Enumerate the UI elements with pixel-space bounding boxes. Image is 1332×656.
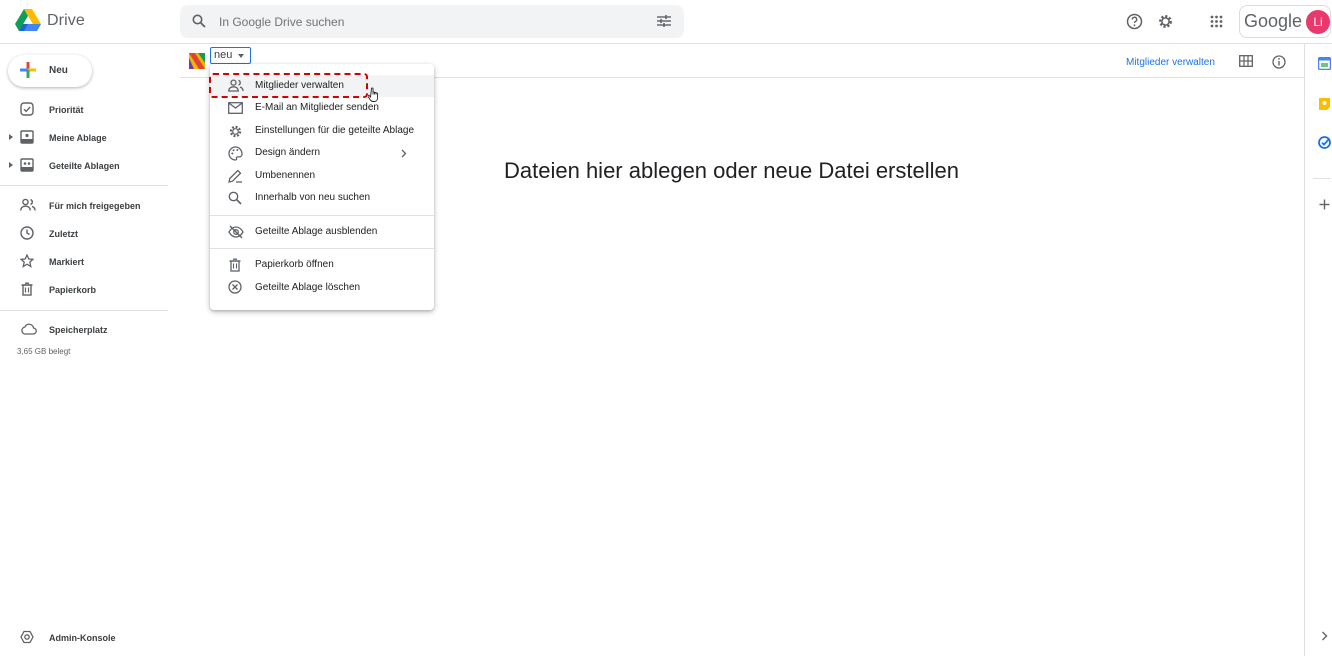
hand-cursor-icon [368, 87, 378, 102]
menu-item-delete-shared-drive[interactable]: Geteilte Ablage löschen [255, 282, 360, 293]
clock-icon [20, 226, 34, 240]
highlight-annotation [209, 73, 368, 98]
menu-item-email-members[interactable]: E-Mail an Mitglieder senden [255, 102, 379, 113]
calendar-icon[interactable] [1318, 57, 1331, 70]
delete-circle-icon [228, 280, 242, 294]
sidebar-item-priority[interactable]: Priorität [49, 105, 84, 115]
sidebar-divider [0, 185, 168, 186]
chevron-down-icon [238, 54, 244, 58]
context-menu [210, 64, 434, 310]
search-icon[interactable] [192, 14, 206, 28]
menu-item-shared-drive-settings[interactable]: Einstellungen für die geteilte Ablage [255, 125, 414, 136]
shared-drive-theme-icon [189, 53, 205, 69]
sidebar-item-storage[interactable]: Speicherplatz [49, 325, 108, 335]
new-button-label: Neu [49, 65, 68, 76]
shared-drives-icon [20, 158, 34, 172]
info-icon[interactable] [1272, 55, 1286, 69]
breadcrumb-label: neu [214, 49, 233, 61]
help-icon[interactable] [1126, 13, 1143, 30]
sidebar-divider [0, 310, 168, 311]
sidebar-item-shared-with-me[interactable]: Für mich freigegeben [49, 201, 141, 211]
menu-item-hide-shared-drive[interactable]: Geteilte Ablage ausblenden [255, 226, 377, 237]
menu-divider [210, 248, 434, 249]
mail-icon [228, 102, 243, 114]
priority-icon [20, 102, 34, 116]
menu-divider [210, 215, 434, 216]
star-icon [20, 254, 34, 268]
expand-arrow-icon[interactable] [9, 162, 13, 168]
chevron-right-icon [401, 149, 407, 158]
add-addon-icon[interactable] [1319, 199, 1330, 210]
gear-icon[interactable] [1157, 13, 1174, 30]
manage-members-link[interactable]: Mitglieder verwalten [1126, 57, 1215, 68]
my-drive-icon [20, 130, 34, 144]
empty-state-message: Dateien hier ablegen oder neue Datei ers… [504, 158, 959, 183]
menu-item-search-within[interactable]: Innerhalb von neu suchen [255, 192, 370, 203]
plus-icon [20, 62, 36, 78]
grid-view-icon[interactable] [1239, 55, 1253, 67]
sidebar-item-trash[interactable]: Papierkorb [49, 285, 96, 295]
sidebar-item-starred[interactable]: Markiert [49, 257, 84, 267]
menu-item-change-design[interactable]: Design ändern [255, 147, 320, 158]
people-icon [20, 198, 36, 211]
avatar[interactable]: Li [1306, 10, 1330, 34]
search-input[interactable]: In Google Drive suchen [219, 15, 344, 29]
brand-name: Drive [47, 12, 85, 29]
sidebar-item-shared-drives[interactable]: Geteilte Ablagen [49, 161, 120, 171]
pencil-icon [228, 169, 242, 183]
admin-console-icon [20, 630, 34, 644]
chevron-right-icon[interactable] [1321, 631, 1328, 641]
settings-icon [229, 125, 242, 138]
menu-item-open-trash[interactable]: Papierkorb öffnen [255, 259, 334, 270]
cloud-icon [21, 323, 37, 335]
google-logo-text: Google [1244, 11, 1303, 31]
sidebar-item-admin-console[interactable]: Admin-Konsole [49, 633, 116, 643]
menu-item-rename[interactable]: Umbenennen [255, 170, 315, 181]
expand-arrow-icon[interactable] [9, 134, 13, 140]
tasks-icon[interactable] [1318, 136, 1331, 149]
sidebar-item-recent[interactable]: Zuletzt [49, 229, 78, 239]
apps-grid-icon[interactable] [1210, 15, 1223, 28]
palette-icon [228, 146, 243, 161]
drive-logo-icon[interactable] [15, 9, 41, 33]
hide-icon [228, 225, 244, 239]
keep-icon[interactable] [1318, 97, 1331, 111]
trash-icon [21, 282, 33, 296]
sidebar-item-my-drive[interactable]: Meine Ablage [49, 133, 107, 143]
side-panel-divider [1313, 178, 1331, 179]
search-options-icon[interactable] [656, 14, 672, 28]
search-icon [228, 191, 242, 205]
trash-icon [229, 258, 241, 272]
storage-used-text: 3,65 GB belegt [17, 347, 71, 356]
